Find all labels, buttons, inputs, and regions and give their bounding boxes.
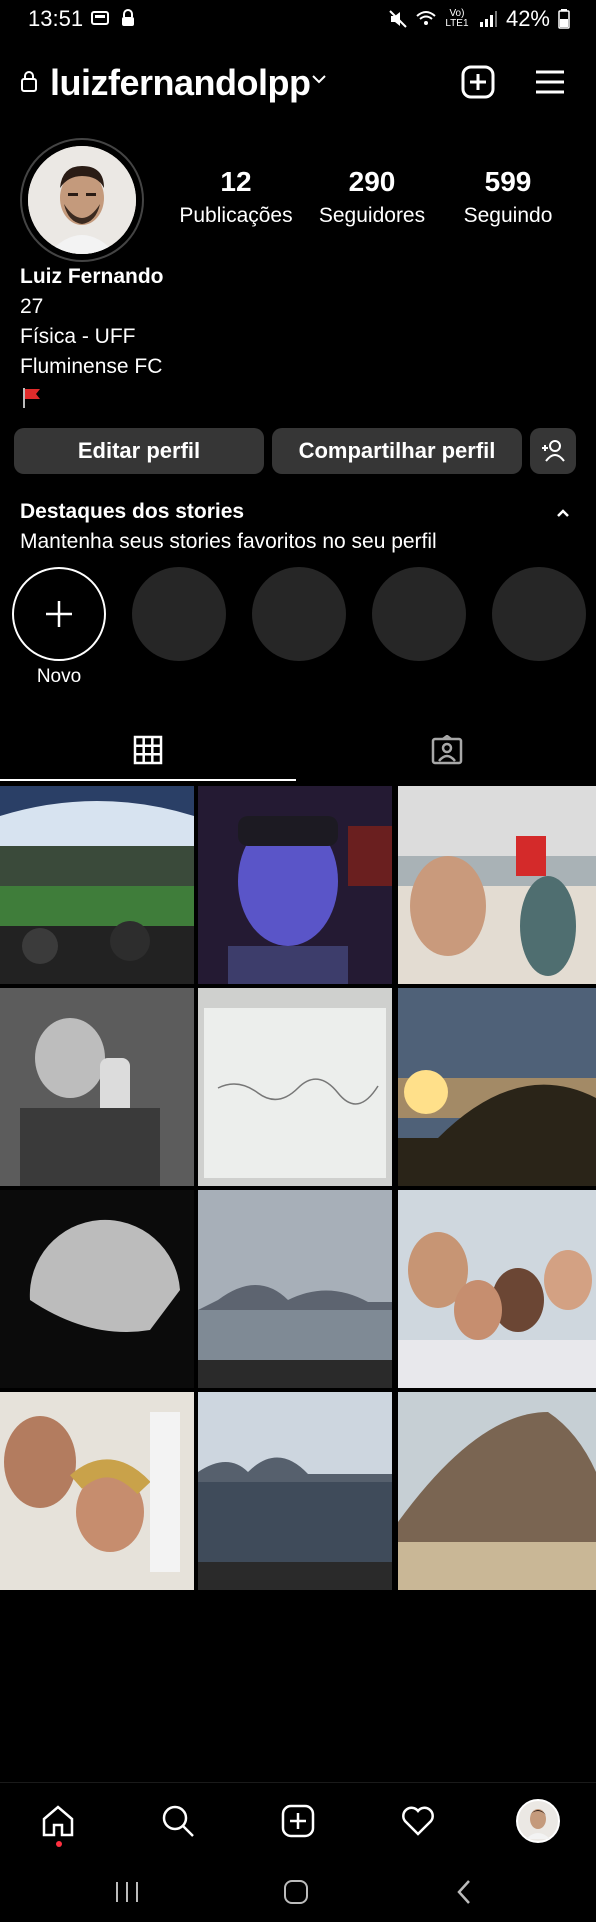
- new-highlight-label: Novo: [36, 666, 82, 687]
- tab-tagged[interactable]: [298, 720, 596, 780]
- followers-count-value: 290: [348, 166, 396, 197]
- chevron-up-icon[interactable]: [554, 504, 572, 522]
- wifi-icon: [416, 11, 436, 25]
- bio-line-age: 27: [20, 295, 44, 318]
- profile-avatar-icon: [516, 1799, 560, 1843]
- battery-percent: 42%: [505, 6, 550, 31]
- new-highlight-button[interactable]: [12, 567, 106, 661]
- profile-bio: Luiz Fernando 27 Física - UFF Fluminense…: [20, 262, 164, 419]
- volte-label: Vo) LTE1: [445, 8, 469, 29]
- post-selfie-mother: [0, 1392, 194, 1590]
- post-sea-mountains: [198, 1392, 392, 1590]
- app-notification-icon: [91, 11, 109, 25]
- lock-status-icon: [122, 9, 134, 26]
- empty-highlight: [492, 567, 586, 661]
- nav-home[interactable]: [36, 1799, 80, 1843]
- tab-grid[interactable]: [0, 720, 296, 780]
- post-thumbnail[interactable]: [398, 786, 596, 984]
- post-thumbnail[interactable]: [0, 1190, 194, 1388]
- system-navigation: [0, 1862, 596, 1922]
- discover-people-button[interactable]: [530, 428, 576, 474]
- chevron-down-icon[interactable]: [310, 70, 328, 88]
- post-thumbnail[interactable]: [198, 988, 392, 1186]
- post-whiteboard: [198, 988, 392, 1186]
- edit-profile-button[interactable]: Editar perfil: [14, 428, 264, 474]
- following-count-label: Seguindo: [463, 204, 553, 227]
- mute-icon: [389, 10, 407, 28]
- post-sunset-hill: [398, 988, 596, 1186]
- post-thumbnail[interactable]: [198, 786, 392, 984]
- profile-header: luizfernandolpp: [0, 50, 596, 114]
- create-icon: [281, 1804, 315, 1838]
- flag-emoji-icon: [23, 388, 40, 408]
- post-moon: [0, 1190, 194, 1388]
- followers-count[interactable]: 290 Seguidores: [302, 166, 442, 228]
- highlights-subtitle: Mantenha seus stories favoritos no seu p…: [20, 530, 437, 553]
- post-thumbnail[interactable]: [0, 988, 194, 1186]
- heart-icon: [402, 1806, 434, 1836]
- post-thumbnail[interactable]: [198, 1190, 392, 1388]
- post-thumbnail[interactable]: [0, 786, 194, 984]
- profile-avatar[interactable]: [28, 146, 136, 254]
- nav-activity[interactable]: [396, 1799, 440, 1843]
- home-icon: [42, 1805, 74, 1837]
- post-bay-view: [198, 1190, 392, 1388]
- posts-count-label: Publicações: [179, 204, 293, 227]
- grid-icon: [133, 735, 163, 765]
- post-face-paint: [198, 786, 392, 984]
- bio-name: Luiz Fernando: [20, 265, 164, 288]
- post-beach-selfie: [398, 786, 596, 984]
- bottom-navigation: [0, 1782, 596, 1859]
- menu-icon[interactable]: [532, 64, 568, 100]
- create-post-icon[interactable]: [460, 64, 496, 100]
- notification-dot: [56, 1841, 62, 1847]
- battery-icon: [558, 9, 570, 29]
- search-icon: [162, 1805, 194, 1837]
- tagged-icon: [431, 735, 463, 765]
- private-lock-icon: [21, 71, 37, 92]
- bio-line-team: Fluminense FC: [20, 355, 163, 378]
- username-title[interactable]: luizfernandolpp: [50, 62, 311, 104]
- active-tab-indicator: [0, 779, 296, 781]
- followers-count-label: Seguidores: [318, 204, 426, 227]
- plus-icon: [46, 601, 72, 627]
- back-icon[interactable]: [454, 1878, 474, 1906]
- add-person-icon: [542, 440, 565, 462]
- nav-create[interactable]: [276, 1799, 320, 1843]
- signal-icon: [479, 11, 497, 27]
- following-count-value: 599: [484, 166, 532, 197]
- post-thumbnail[interactable]: [0, 1392, 194, 1590]
- status-bar: 13:51 Vo) LTE1 42%: [0, 0, 596, 40]
- nav-profile[interactable]: [516, 1799, 560, 1843]
- empty-highlight: [252, 567, 346, 661]
- recent-apps-icon[interactable]: [112, 1880, 142, 1904]
- nav-search[interactable]: [156, 1799, 200, 1843]
- post-stadium: [0, 786, 194, 984]
- highlights-title: Destaques dos stories: [20, 500, 245, 523]
- post-group-selfie: [398, 1190, 596, 1388]
- post-thumbnail[interactable]: [398, 988, 596, 1186]
- bio-line-study: Física - UFF: [20, 325, 136, 348]
- post-bw-drink: [0, 988, 194, 1186]
- post-thumbnail[interactable]: [398, 1392, 596, 1590]
- posts-count[interactable]: 12 Publicações: [166, 166, 306, 228]
- following-count[interactable]: 599 Seguindo: [438, 166, 578, 228]
- avatar-photo: [28, 146, 136, 254]
- post-thumbnail[interactable]: [198, 1392, 392, 1590]
- empty-highlight: [372, 567, 466, 661]
- post-thumbnail[interactable]: [398, 1190, 596, 1388]
- home-system-icon[interactable]: [282, 1878, 310, 1906]
- status-time: 13:51: [28, 6, 84, 31]
- posts-count-value: 12: [220, 166, 252, 197]
- empty-highlight: [132, 567, 226, 661]
- post-beach-mountain: [398, 1392, 596, 1590]
- share-profile-button[interactable]: Compartilhar perfil: [272, 428, 522, 474]
